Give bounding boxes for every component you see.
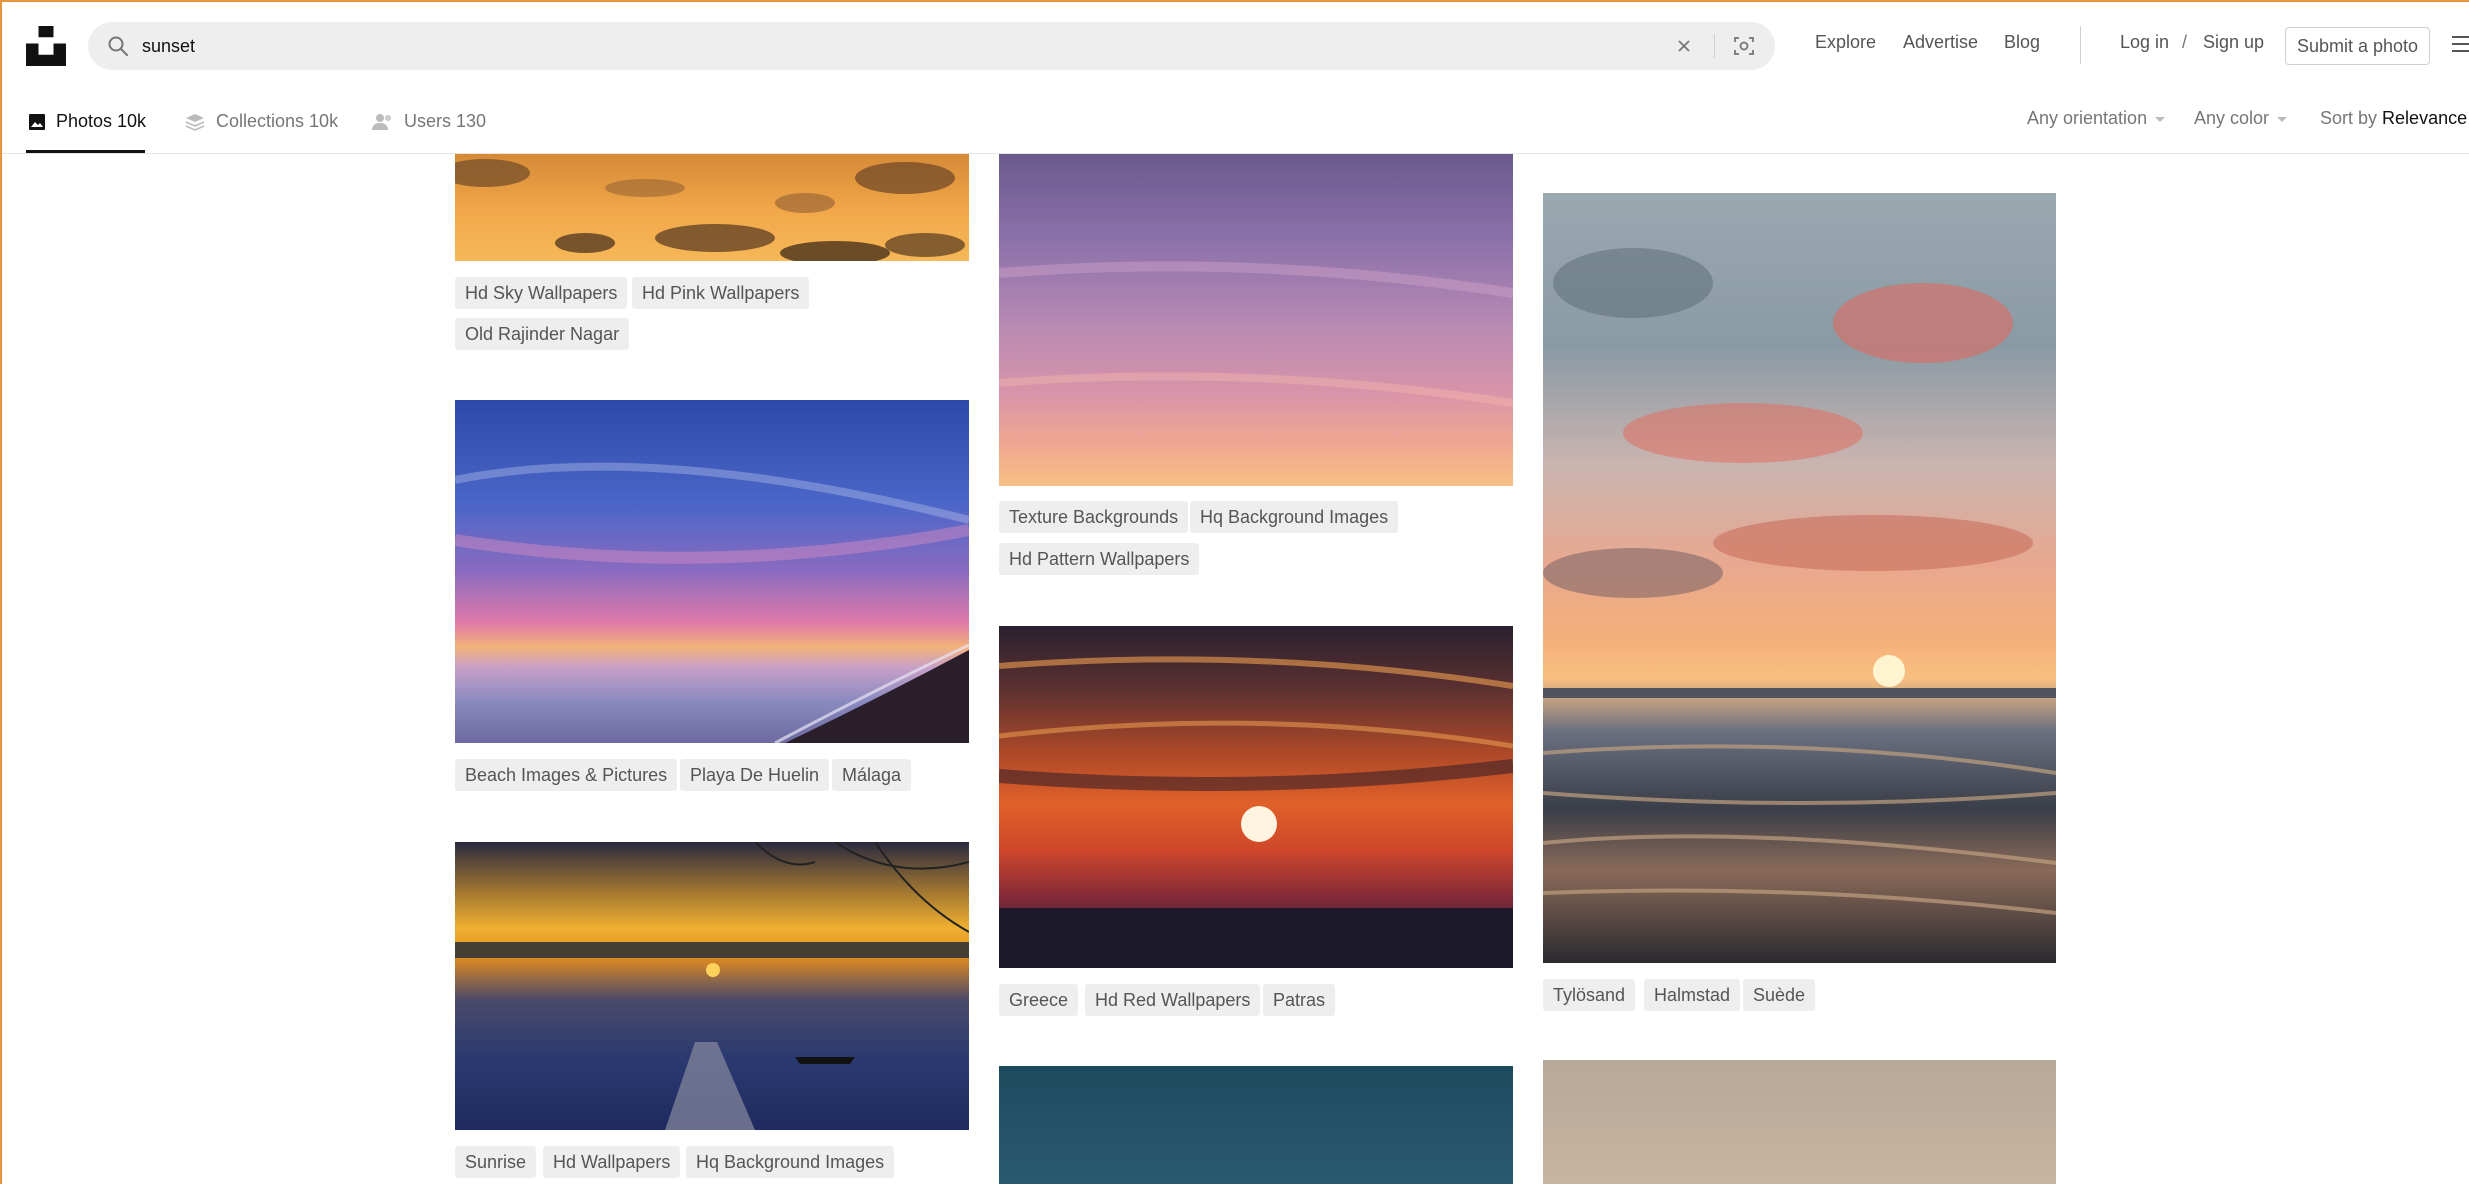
advertise-link[interactable]: Advertise	[1903, 32, 1978, 53]
hamburger-menu-icon[interactable]	[2452, 36, 2469, 54]
tab-collections[interactable]: Collections 10k	[184, 90, 338, 153]
photo-tag[interactable]: Old Rajinder Nagar	[455, 318, 630, 350]
photo-tag[interactable]: Hq Background Images	[1190, 501, 1399, 533]
sunrise-lake-image	[455, 842, 969, 1130]
clear-search-icon[interactable]	[1674, 36, 1694, 61]
photo-tag[interactable]: Tylösand	[1543, 979, 1636, 1011]
clouds-image	[455, 159, 965, 261]
search-tabs-bar: Photos 10k Collections 10k Users 130 Any…	[0, 90, 2469, 154]
photo-tag[interactable]: Sunrise	[455, 1146, 537, 1178]
collections-icon	[185, 113, 205, 131]
photo-beach-waves-sunset[interactable]	[1543, 193, 2056, 963]
search-divider	[1714, 34, 1715, 58]
unsplash-logo-icon[interactable]	[26, 26, 66, 66]
beach-image	[455, 462, 969, 743]
photo-teal-sky[interactable]	[999, 1066, 1513, 1184]
beach-waves-image	[1543, 248, 2056, 915]
search-icon[interactable]	[106, 34, 130, 63]
submit-photo-button[interactable]: Submit a photo	[2285, 27, 2430, 65]
photo-tag[interactable]: Hd Sky Wallpapers	[455, 277, 628, 309]
photo-tag[interactable]: Málaga	[832, 759, 912, 791]
active-tab-indicator	[26, 150, 145, 153]
photo-red-sunset-sea[interactable]	[999, 626, 1513, 968]
photo-tag[interactable]: Beach Images & Pictures	[455, 759, 678, 791]
photo-sky-clouds[interactable]	[455, 153, 969, 261]
photo-sunrise-pier[interactable]	[455, 842, 969, 1130]
sort-value-label: Relevance	[2382, 108, 2468, 128]
photo-icon	[29, 113, 45, 130]
sort-prefix-label: Sort by	[2320, 108, 2378, 128]
orientation-filter[interactable]: Any orientation	[2027, 108, 2166, 129]
explore-link[interactable]: Explore	[1815, 32, 1876, 53]
tab-photos-label: Photos 10k	[56, 111, 147, 131]
photo-tag[interactable]: Patras	[1263, 984, 1336, 1016]
photo-tag[interactable]: Greece	[999, 984, 1079, 1016]
tab-users-label: Users 130	[404, 111, 487, 131]
photo-tag[interactable]: Hd Pink Wallpapers	[632, 277, 810, 309]
auth-separator: /	[2182, 32, 2188, 52]
top-header: Explore Advertise Blog Log in / Sign up …	[0, 0, 2469, 90]
photo-beige-sky[interactable]	[1543, 1060, 2056, 1184]
photo-beach-purple-sky[interactable]	[455, 400, 969, 743]
photo-tag[interactable]: Suède	[1743, 979, 1816, 1011]
color-filter[interactable]: Any color	[2194, 108, 2288, 129]
red-sunset-image	[999, 656, 1513, 968]
sort-filter[interactable]: Sort by Relevance	[2320, 108, 2467, 129]
users-icon	[372, 113, 391, 130]
search-input[interactable]	[142, 30, 1642, 62]
chevron-down-icon	[2155, 116, 2166, 122]
photo-tag[interactable]: Texture Backgrounds	[999, 501, 1189, 533]
login-link[interactable]: Log in	[2120, 32, 2169, 53]
photo-tag[interactable]: Hq Background Images	[686, 1146, 895, 1178]
photo-pastel-sky[interactable]	[999, 153, 1513, 486]
search-bar	[88, 22, 1775, 70]
tab-users[interactable]: Users 130	[372, 90, 486, 153]
visual-search-icon[interactable]	[1732, 34, 1756, 63]
photo-tag[interactable]: Halmstad	[1644, 979, 1741, 1011]
photo-tag[interactable]: Hd Pattern Wallpapers	[999, 543, 1200, 575]
tab-photos[interactable]: Photos 10k	[28, 90, 146, 153]
photo-tag[interactable]: Playa De Huelin	[680, 759, 830, 791]
photo-tag[interactable]: Hd Red Wallpapers	[1085, 984, 1261, 1016]
color-filter-label: Any color	[2194, 108, 2270, 128]
signup-link[interactable]: Sign up	[2203, 32, 2264, 53]
orientation-filter-label: Any orientation	[2027, 108, 2148, 128]
blog-link[interactable]: Blog	[2004, 32, 2040, 53]
tab-collections-label: Collections 10k	[216, 111, 339, 131]
chevron-down-icon	[2277, 116, 2288, 122]
nav-divider	[2080, 26, 2081, 64]
pastel-sky-image	[999, 261, 1513, 407]
photo-tag[interactable]: Hd Wallpapers	[543, 1146, 681, 1178]
